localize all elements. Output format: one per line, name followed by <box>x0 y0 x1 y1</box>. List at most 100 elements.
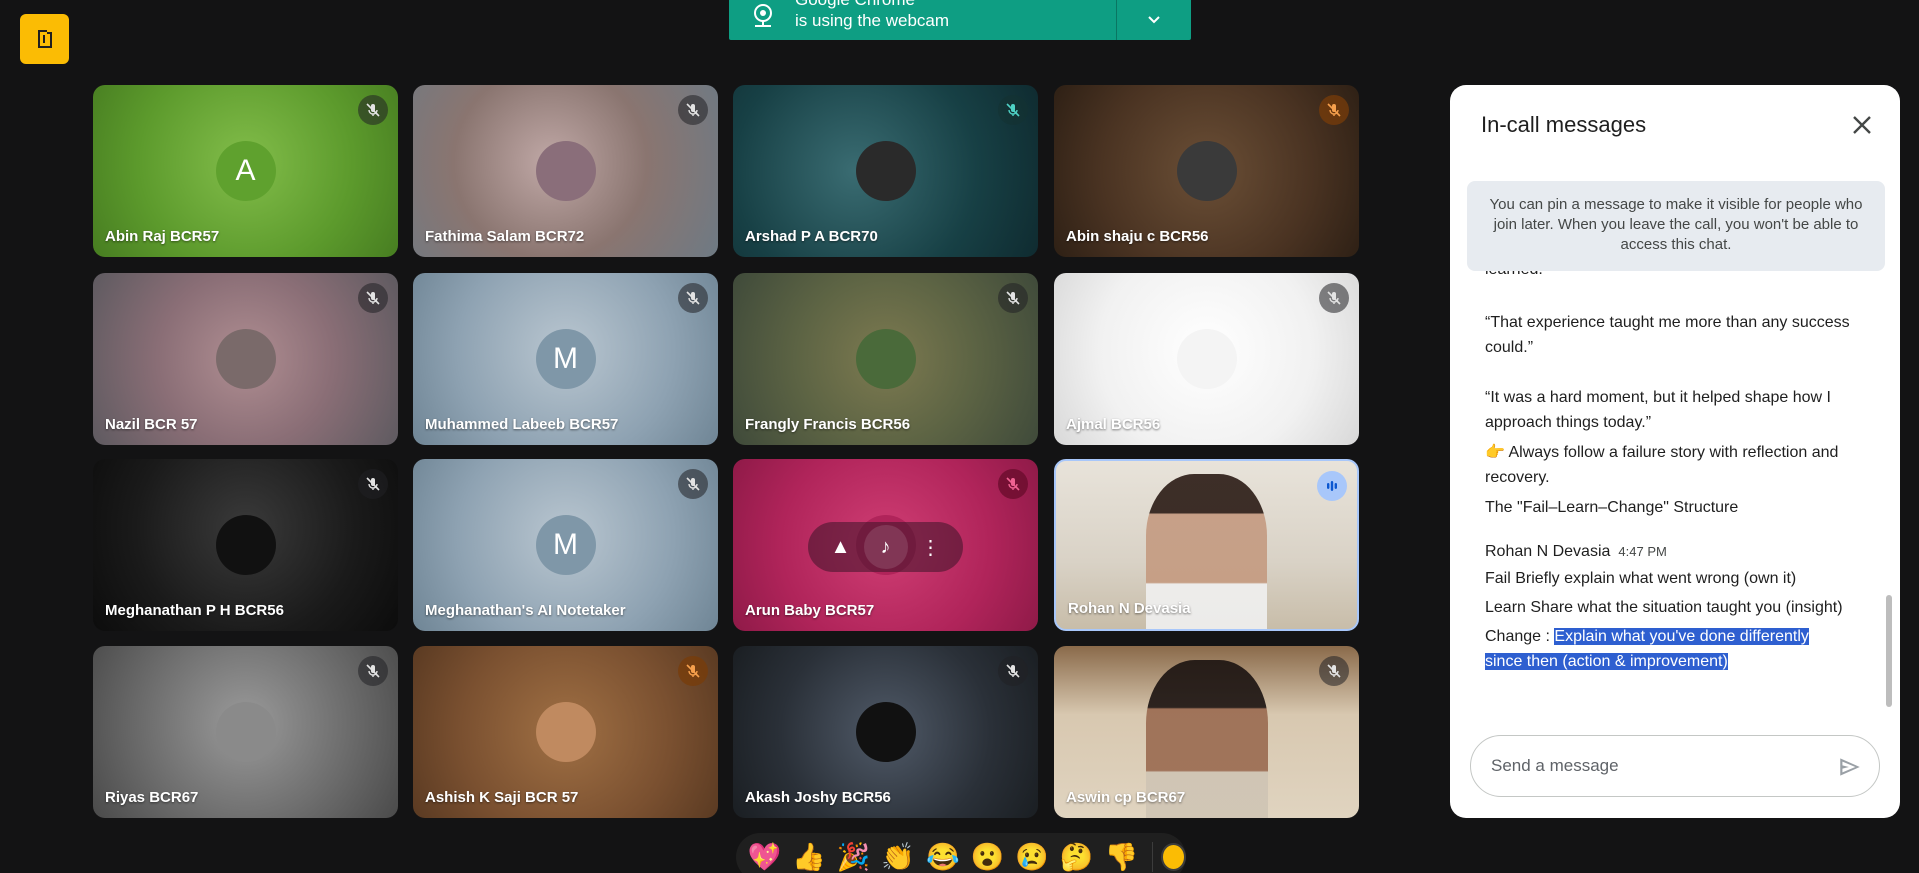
mic-off-icon <box>998 656 1028 686</box>
participant-name: Meghanathan's AI Notetaker <box>425 602 626 619</box>
participant-avatar <box>215 702 276 762</box>
participant-name: Nazil BCR 57 <box>105 416 198 433</box>
reaction-emoji-button[interactable]: 🎉 <box>831 833 876 873</box>
participant-tile[interactable]: Fathima Salam BCR72 <box>413 85 718 257</box>
in-call-messages-panel: In-call messages You can pin a message t… <box>1450 85 1900 818</box>
mic-off-icon <box>1319 95 1349 125</box>
participant-tile[interactable]: M Muhammed Labeeb BCR57 <box>413 273 718 445</box>
participant-tile[interactable]: Abin shaju c BCR56 <box>1054 85 1359 257</box>
more-vert-icon: ⋮ <box>920 536 941 559</box>
participant-avatar: M <box>535 515 596 575</box>
participant-tile[interactable]: Aswin cp BCR67 <box>1054 646 1359 818</box>
message-list[interactable]: learned. “That experience taught me more… <box>1450 271 1883 771</box>
scrollbar-thumb[interactable] <box>1886 595 1892 707</box>
notification-line1: Google Chrome <box>795 0 1116 10</box>
participant-tile[interactable]: Ashish K Saji BCR 57 <box>413 646 718 818</box>
mute-button[interactable]: ♪ <box>863 525 908 569</box>
participant-tile[interactable]: Rohan N Devasia <box>1054 459 1359 631</box>
notification-line2: is using the webcam <box>795 10 950 30</box>
close-icon <box>1853 116 1871 134</box>
message-text: learned. <box>1485 271 1543 282</box>
leave-call-button[interactable] <box>20 14 69 64</box>
mic-off-icon <box>998 95 1028 125</box>
participant-name: Frangly Francis BCR56 <box>745 416 911 433</box>
mic-off-icon <box>678 283 708 313</box>
participant-name: Abin Raj BCR57 <box>105 228 220 245</box>
message-text: The "Fail–Learn–Change" Structure <box>1485 499 1739 516</box>
more-options-button[interactable]: ⋮ <box>909 525 953 569</box>
participant-avatar <box>215 329 276 389</box>
participant-name: Abin shaju c BCR56 <box>1066 228 1209 245</box>
message-text: Learn Share what the situation taught yo… <box>1485 599 1843 616</box>
participant-tile[interactable]: Arshad P A BCR70 <box>733 85 1038 257</box>
participant-tile[interactable]: Ajmal BCR56 <box>1054 273 1359 445</box>
participant-avatar <box>855 141 916 201</box>
mic-off-icon <box>998 469 1028 499</box>
sender-name: Rohan N Devasia <box>1485 543 1611 560</box>
participant-avatar <box>855 702 916 762</box>
reaction-emoji-button[interactable]: 💖 <box>742 833 787 873</box>
message-text: Change : Explain what you've done differ… <box>1485 624 1835 674</box>
participant-name: Meghanathan P H BCR56 <box>105 602 284 619</box>
message-text: “That experience taught me more than any… <box>1485 314 1850 356</box>
notification-text: Google Chrome is using the webcam <box>795 0 1116 31</box>
participant-name: Arshad P A BCR70 <box>745 228 878 245</box>
participant-name: Fathima Salam BCR72 <box>425 228 585 245</box>
participant-name: Rohan N Devasia <box>1068 600 1191 617</box>
message-input[interactable]: Send a message <box>1470 735 1880 797</box>
send-icon[interactable] <box>1837 754 1863 780</box>
participant-tile[interactable]: M Meghanathan's AI Notetaker <box>413 459 718 631</box>
participant-avatar <box>1176 329 1237 389</box>
skin-tone-button[interactable] <box>1160 843 1186 871</box>
chevron-down-icon <box>1148 16 1160 24</box>
participant-tile[interactable]: Frangly Francis BCR56 <box>733 273 1038 445</box>
reaction-emoji-button[interactable]: 👏 <box>876 833 921 873</box>
reaction-emoji-button[interactable]: 👎 <box>1099 833 1144 873</box>
webcam-icon <box>754 4 772 27</box>
participant-tile[interactable]: Riyas BCR67 <box>93 646 398 818</box>
participant-name: Aswin cp BCR67 <box>1066 789 1186 806</box>
mic-off-icon <box>678 656 708 686</box>
message-header: Rohan N Devasia 4:47 PM <box>1485 539 1865 564</box>
panel-title: In-call messages <box>1481 112 1647 137</box>
door-exit-icon <box>37 30 52 48</box>
participant-tile[interactable]: A Abin Raj BCR57 <box>93 85 398 257</box>
participant-avatar <box>535 141 596 201</box>
mute-icon: ♪ <box>880 535 891 558</box>
mic-off-icon <box>1319 283 1349 313</box>
pin-button[interactable]: ▲ <box>819 525 863 569</box>
participant-tile[interactable]: Meghanathan P H BCR56 <box>93 459 398 631</box>
participant-avatar: M <box>535 329 596 389</box>
divider <box>1151 842 1153 872</box>
webcam-notification: Google Chrome is using the webcam <box>729 0 1191 40</box>
reaction-emoji-button[interactable]: 😢 <box>1010 833 1055 873</box>
speaking-indicator <box>1317 471 1347 501</box>
participant-avatar: A <box>215 141 276 201</box>
message-time: 4:47 PM <box>1618 544 1667 559</box>
participant-name: Muhammed Labeeb BCR57 <box>425 416 619 433</box>
participant-tile[interactable]: ▲ ♪ ⋮ Arun Baby BCR57 <box>733 459 1038 631</box>
participant-avatar <box>855 329 916 389</box>
reaction-bar: 💖 👍 🎉 👏 😂 😮 😢 🤔 👎 <box>736 833 1186 873</box>
mic-off-icon <box>358 283 388 313</box>
change-label: Change : <box>1485 628 1555 645</box>
participant-tile[interactable]: Nazil BCR 57 <box>93 273 398 445</box>
notification-expand-button[interactable] <box>1117 0 1191 40</box>
pin-info-notice: You can pin a message to make it visible… <box>1467 181 1885 271</box>
reaction-emoji-button[interactable]: 😮 <box>965 833 1010 873</box>
mic-off-icon <box>678 469 708 499</box>
message-text: Fail Briefly explain what went wrong (ow… <box>1485 570 1797 587</box>
mic-off-icon <box>678 95 708 125</box>
participant-avatar <box>535 702 596 762</box>
reaction-emoji-button[interactable]: 👍 <box>787 833 832 873</box>
participant-tile[interactable]: Akash Joshy BCR56 <box>733 646 1038 818</box>
close-panel-button[interactable] <box>1842 105 1882 145</box>
pin-icon: ▲ <box>830 535 851 558</box>
tile-hover-controls: ▲ ♪ ⋮ <box>808 522 963 572</box>
participant-name: Riyas BCR67 <box>105 789 199 806</box>
participant-name: Arun Baby BCR57 <box>745 602 875 619</box>
reaction-emoji-button[interactable]: 😂 <box>921 833 966 873</box>
participant-name: Akash Joshy BCR56 <box>745 789 891 806</box>
mic-off-icon <box>358 656 388 686</box>
reaction-emoji-button[interactable]: 🤔 <box>1054 833 1099 873</box>
